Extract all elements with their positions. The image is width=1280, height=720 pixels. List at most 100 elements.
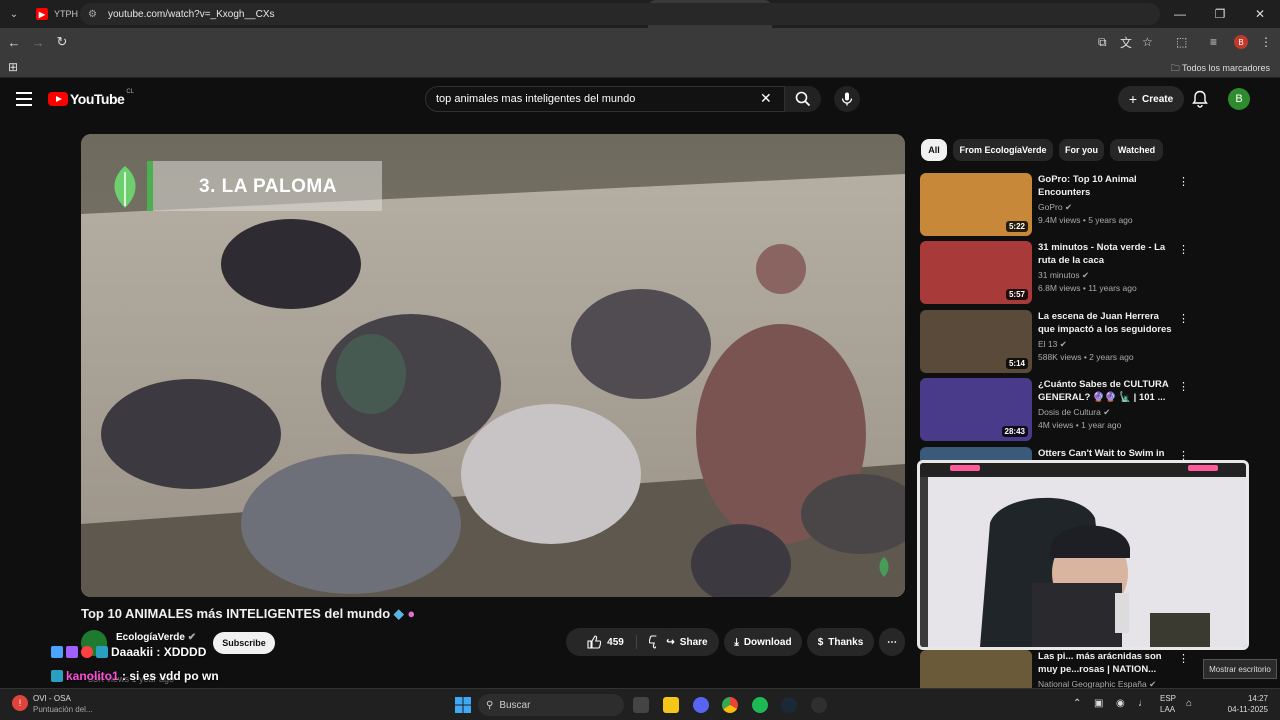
tray-chevron-icon[interactable]: ⌃ <box>1073 698 1081 709</box>
recommended-channel[interactable]: GoPro ✔ <box>1038 202 1072 213</box>
tab-search-icon[interactable]: ⌄ <box>0 0 28 28</box>
video-thumbnail[interactable]: 5:22 <box>920 173 1032 236</box>
chip-for-you[interactable]: For you <box>1059 139 1104 161</box>
recommended-channel[interactable]: Dosis de Cultura ✔ <box>1038 407 1110 418</box>
recommended-video[interactable]: 5:14 La escena de Juan Herrera que impac… <box>920 310 1260 374</box>
minimize-icon[interactable]: — <box>1160 0 1200 28</box>
keyboard-layout: LAA <box>1160 705 1176 714</box>
recommended-title[interactable]: Las pi... más arácnidas son muy pe...ros… <box>1038 650 1176 676</box>
task-view-icon[interactable] <box>633 697 649 713</box>
share-button[interactable]: ↪ Share <box>655 628 719 656</box>
tray-app-icon[interactable]: ▣ <box>1094 698 1103 709</box>
youtube-logo[interactable]: YouTube CL <box>48 89 134 107</box>
video-duration: 28:43 <box>1001 426 1028 437</box>
extensions-icon[interactable]: ⬚ <box>1176 28 1187 56</box>
chip-watched[interactable]: Watched <box>1110 139 1163 161</box>
chat-badge-icon <box>66 646 78 658</box>
emoji-brain-icon: ● <box>407 606 416 621</box>
search-button[interactable] <box>785 86 821 112</box>
video-thumbnail[interactable]: 5:14 <box>920 310 1032 373</box>
media-icon[interactable]: ≡ <box>1210 28 1217 56</box>
steam-icon[interactable] <box>781 697 797 713</box>
chrome-icon[interactable] <box>722 697 738 713</box>
more-options-icon[interactable]: ⋮ <box>1178 380 1189 393</box>
voice-search-button[interactable] <box>834 86 860 112</box>
recommended-video[interactable]: 28:43 ¿Cuánto Sabes de CULTURA GENERAL? … <box>920 378 1260 442</box>
windows-start-icon[interactable] <box>455 697 471 718</box>
recommended-title[interactable]: Otters Can't Wait to Swim in <box>1038 447 1176 460</box>
video-thumbnail[interactable]: 5:57 <box>920 241 1032 304</box>
channel-name[interactable]: EcologíaVerde ✔ <box>116 632 196 643</box>
close-window-icon[interactable]: ✕ <box>1240 0 1280 28</box>
menu-icon[interactable] <box>16 92 32 106</box>
weather-widget-icon[interactable]: ! <box>12 695 28 711</box>
more-actions-icon[interactable]: ⋯ <box>879 628 905 656</box>
chat-message: Daaakii : XDDDD <box>51 645 206 659</box>
recommended-meta: 588K views • 2 years ago <box>1038 352 1134 362</box>
recommended-channel[interactable]: 31 minutos ✔ <box>1038 270 1089 281</box>
video-title: Top 10 ANIMALES más INTELIGENTES del mun… <box>81 606 415 622</box>
more-menu-icon[interactable]: ⋮ <box>1260 28 1272 56</box>
recommended-channel[interactable]: El 13 ✔ <box>1038 339 1067 350</box>
subscribe-button[interactable]: Subscribe <box>213 632 275 654</box>
forward-icon[interactable]: → <box>26 30 50 54</box>
recommended-title[interactable]: 31 minutos - Nota verde - La ruta de la … <box>1038 241 1176 267</box>
recommended-title[interactable]: GoPro: Top 10 Animal Encounters <box>1038 173 1176 199</box>
video-thumbnail[interactable]: 28:43 <box>920 378 1032 441</box>
address-toolbar: ← → ↻ <box>0 28 1280 56</box>
thanks-button[interactable]: $ Thanks <box>807 628 874 656</box>
apps-grid-icon[interactable]: ⊞ <box>8 60 18 74</box>
search-query: top animales mas inteligentes del mundo <box>436 93 636 105</box>
back-icon[interactable]: ← <box>2 30 26 54</box>
more-options-icon[interactable]: ⋮ <box>1178 652 1189 665</box>
share-label: Share <box>679 636 708 648</box>
chip-all[interactable]: All <box>921 139 947 161</box>
translate-icon[interactable]: ⽂ <box>1120 28 1132 56</box>
chat-username: kanolito1 <box>66 669 119 683</box>
download-label: Download <box>743 636 792 648</box>
create-button[interactable]: + Create <box>1118 86 1184 112</box>
language-indicator[interactable]: ESP <box>1160 694 1176 703</box>
recommended-title[interactable]: ¿Cuánto Sabes de CULTURA GENERAL? 🔮🔮 🗽 |… <box>1038 378 1176 404</box>
tray-app-icon[interactable]: ◉ <box>1116 698 1125 709</box>
install-icon[interactable]: ⧉ <box>1098 28 1107 56</box>
widget-subtitle: Puntuación del... <box>33 705 93 714</box>
all-bookmarks[interactable]: 🗀 Todos los marcadores <box>1171 61 1270 77</box>
bookmark-star-icon[interactable]: ☆ <box>1142 28 1153 56</box>
download-button[interactable]: ⤓ Download <box>724 628 802 656</box>
file-explorer-icon[interactable] <box>663 697 679 713</box>
clear-search-icon[interactable]: ✕ <box>760 90 772 107</box>
reload-icon[interactable]: ↻ <box>50 30 74 54</box>
microphone-tray-icon[interactable]: ♩ <box>1138 698 1148 709</box>
recommended-channel-text: GoPro <box>1038 202 1063 212</box>
recommended-title[interactable]: La escena de Juan Herrera que impactó a … <box>1038 310 1176 337</box>
site-info-icon[interactable]: ⚙ <box>88 9 102 20</box>
profile-button[interactable]: B <box>1234 28 1248 56</box>
video-player[interactable]: 3. LA PALOMA <box>81 134 905 597</box>
chat-colon: : <box>118 669 130 683</box>
url-bar[interactable]: ⚙ youtube.com/watch?v=_Kxogh__CXs <box>80 3 1160 25</box>
like-button[interactable]: 459 <box>587 635 637 649</box>
recommended-video[interactable]: 5:22 GoPro: Top 10 Animal Encounters GoP… <box>920 173 1260 237</box>
obs-icon[interactable] <box>811 697 827 713</box>
spotify-icon[interactable] <box>752 697 768 713</box>
thanks-label: Thanks <box>828 636 864 648</box>
chip-from-channel[interactable]: From EcologíaVerde <box>953 139 1053 161</box>
verified-icon: ✔ <box>1081 270 1090 280</box>
maximize-icon[interactable]: ❐ <box>1200 0 1240 28</box>
recommended-video[interactable]: 5:57 31 minutos - Nota verde - La ruta d… <box>920 241 1260 305</box>
widget-title[interactable]: OVI - OSA <box>33 694 71 703</box>
more-options-icon[interactable]: ⋮ <box>1178 243 1189 256</box>
discord-icon[interactable] <box>693 697 709 713</box>
search-input[interactable]: top animales mas inteligentes del mundo <box>425 86 785 112</box>
more-options-icon[interactable]: ⋮ <box>1178 312 1189 325</box>
create-label: Create <box>1142 93 1174 105</box>
watermark-leaf-icon <box>879 557 889 577</box>
notifications-icon[interactable] <box>1192 90 1208 113</box>
windows-taskbar: ! OVI - OSA Puntuación del... ⚲ Buscar ⌃ … <box>0 688 1280 720</box>
user-avatar[interactable]: B <box>1228 88 1250 110</box>
more-options-icon[interactable]: ⋮ <box>1178 175 1189 188</box>
clock-time[interactable]: 14:27 <box>1230 694 1268 703</box>
network-icon[interactable]: ⌂ <box>1186 698 1192 709</box>
taskbar-search[interactable]: ⚲ Buscar <box>478 694 624 716</box>
